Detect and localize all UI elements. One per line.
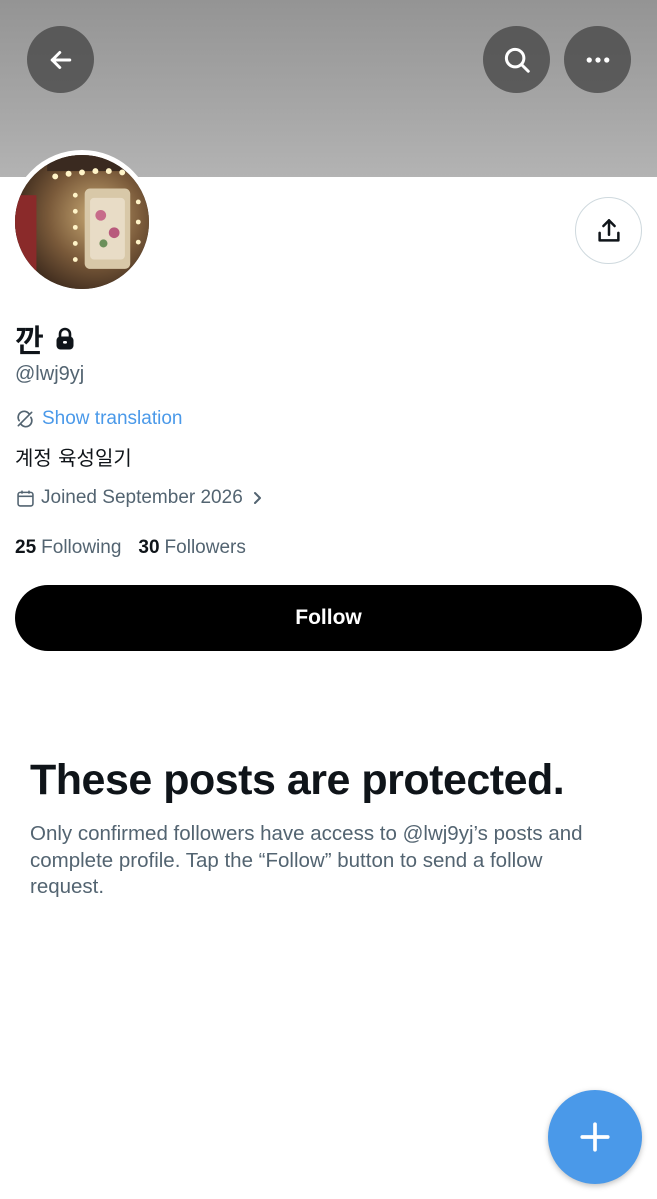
share-icon [597,218,620,242]
protected-title: These posts are protected. [30,756,565,804]
share-button[interactable] [575,197,642,264]
more-options-button[interactable] [564,26,631,93]
show-translation-link[interactable]: Show translation [15,408,182,430]
lock-icon [56,327,74,349]
plus-icon [580,1122,610,1152]
search-icon [504,47,530,73]
joined-date[interactable]: Joined September 2026 [15,487,265,509]
calendar-icon [17,490,34,507]
display-name: 깐 [15,324,44,360]
following-stat[interactable]: 25 Following [15,537,121,559]
avatar-photo [15,155,149,289]
joined-label: Joined September 2026 [41,487,243,508]
chevron-right-icon [253,492,261,504]
profile-bio: 계정 육성일기 [15,446,132,470]
avatar[interactable] [10,150,154,294]
name-row: 깐 [15,316,76,361]
user-handle: @lwj9yj [15,363,85,385]
follow-button[interactable]: Follow [15,585,642,651]
translate-icon [17,410,33,428]
profile-page: 깐 @lwj9yj Show translation 계정 육성일기 Joine… [0,0,657,1199]
follow-stats: 25 Following 30 Followers [15,537,246,559]
followers-label: Followers [164,537,246,558]
more-horizontal-icon [586,56,609,63]
arrow-left-icon [50,50,71,69]
show-translation-label: Show translation [42,408,183,429]
followers-stat[interactable]: 30 Followers [138,537,245,559]
search-button[interactable] [483,26,550,93]
profile-banner [0,0,657,177]
following-count: 25 [15,537,37,558]
followers-count: 30 [138,537,160,558]
following-label: Following [41,537,122,558]
protected-message: Only confirmed followers have access to … [30,822,583,898]
compose-fab-button[interactable] [548,1090,642,1184]
back-button[interactable] [27,26,94,93]
